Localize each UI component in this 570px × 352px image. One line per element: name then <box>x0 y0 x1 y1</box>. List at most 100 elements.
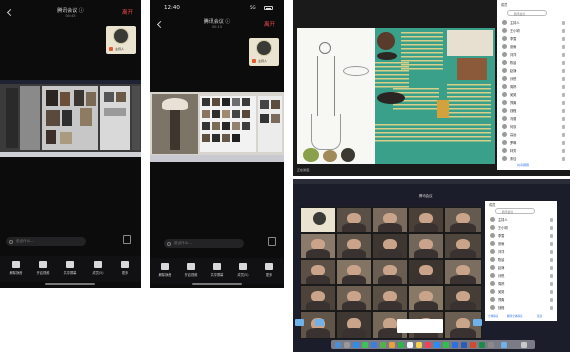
member-row[interactable]: 赵静 <box>488 264 556 272</box>
member-row[interactable]: 钱程 <box>488 304 556 312</box>
start-video-button[interactable]: 开启视频 <box>29 261 57 275</box>
member-row[interactable]: 高远 <box>500 131 568 139</box>
mic-icon[interactable] <box>550 226 553 230</box>
mic-icon[interactable] <box>550 306 553 310</box>
mic-icon[interactable] <box>562 37 565 41</box>
mail-icon[interactable] <box>371 341 377 348</box>
facetime-icon[interactable] <box>398 341 404 348</box>
member-row[interactable]: 冯丽 <box>500 115 568 123</box>
meeting-title[interactable]: 腾讯会议 ⓘ <box>0 7 141 14</box>
share-screen-button[interactable]: 共享屏幕 <box>517 163 529 167</box>
video-tile[interactable] <box>336 233 372 259</box>
screen-rotate-icon[interactable] <box>268 237 276 246</box>
more-button[interactable]: 更多 <box>111 261 139 275</box>
video-tile[interactable] <box>372 259 408 285</box>
member-row[interactable]: 周婷 <box>500 83 568 91</box>
chat-input[interactable]: 说点什么... <box>6 237 86 246</box>
member-row[interactable]: 罗琳 <box>500 139 568 147</box>
video-tile[interactable] <box>300 285 336 311</box>
video-tile[interactable] <box>444 207 482 233</box>
video-tile[interactable] <box>336 207 372 233</box>
launchpad-icon[interactable] <box>344 341 350 348</box>
leave-button[interactable]: 离开 <box>122 8 133 16</box>
member-row[interactable]: 张雨 <box>488 240 556 248</box>
shared-screen-view[interactable] <box>150 92 284 162</box>
trash-icon[interactable] <box>521 341 527 348</box>
mic-icon[interactable] <box>562 21 565 25</box>
powerpoint-icon[interactable] <box>470 341 476 348</box>
video-tile[interactable] <box>408 259 444 285</box>
member-row[interactable]: 陈晨 <box>488 256 556 264</box>
mute-all-button[interactable]: 全体静音 <box>488 314 498 318</box>
video-tile[interactable] <box>300 233 336 259</box>
member-row[interactable]: 张雨 <box>500 43 568 51</box>
mic-icon[interactable] <box>562 141 565 145</box>
safari-icon[interactable] <box>353 341 359 348</box>
calendar-icon[interactable] <box>407 341 413 348</box>
mic-icon[interactable] <box>562 125 565 129</box>
start-video-button[interactable]: 开启视频 <box>177 263 205 277</box>
folder-icon[interactable] <box>295 319 304 326</box>
word-icon[interactable] <box>461 341 467 348</box>
member-row[interactable]: 郑爽 <box>500 99 568 107</box>
mic-icon[interactable] <box>550 290 553 294</box>
member-row[interactable]: 刘洋 <box>500 51 568 59</box>
mic-icon[interactable] <box>550 274 553 278</box>
mic-icon[interactable] <box>562 85 565 89</box>
mic-icon[interactable] <box>562 109 565 113</box>
member-row[interactable]: 王小明 <box>500 27 568 35</box>
folder-icon[interactable] <box>473 319 482 326</box>
excel-icon[interactable] <box>479 341 485 348</box>
unmute-button[interactable]: 解除静音 <box>2 261 30 275</box>
mic-icon[interactable] <box>562 69 565 73</box>
mic-icon[interactable] <box>562 101 565 105</box>
video-tile[interactable] <box>408 285 444 311</box>
notes-icon[interactable] <box>416 341 422 348</box>
member-row[interactable]: 孙悦 <box>488 272 556 280</box>
photos-icon[interactable] <box>389 341 395 348</box>
mic-icon[interactable] <box>550 242 553 246</box>
shared-screen-view[interactable] <box>0 80 141 157</box>
folder-icon[interactable] <box>315 319 324 326</box>
member-row[interactable]: 主持人 <box>500 19 568 27</box>
member-row[interactable]: 王小明 <box>488 224 556 232</box>
finder-icon[interactable] <box>335 341 341 348</box>
video-tile[interactable] <box>408 233 444 259</box>
panel-search[interactable]: 腾讯会议 <box>507 10 547 16</box>
member-row[interactable]: 李雪 <box>488 232 556 240</box>
chat-input[interactable]: 说点什么... <box>164 239 244 248</box>
appstore-icon[interactable] <box>434 341 440 348</box>
mic-icon[interactable] <box>562 157 565 161</box>
mic-icon[interactable] <box>550 298 553 302</box>
mic-icon[interactable] <box>550 234 553 238</box>
mic-icon[interactable] <box>550 258 553 262</box>
mic-icon[interactable] <box>562 45 565 49</box>
shared-slide[interactable] <box>297 28 495 164</box>
member-row[interactable]: 郑爽 <box>488 296 556 304</box>
member-row[interactable]: 主持人 <box>488 216 556 224</box>
panel-search[interactable]: 腾讯会议 <box>495 208 535 214</box>
settings-icon[interactable] <box>488 341 494 348</box>
mic-icon[interactable] <box>550 218 553 222</box>
video-tile[interactable] <box>336 259 372 285</box>
member-row[interactable]: 钱程 <box>500 107 568 115</box>
video-tile[interactable] <box>372 207 408 233</box>
more-button[interactable]: 更多 <box>255 263 283 277</box>
mic-icon[interactable] <box>550 282 553 286</box>
mic-icon[interactable] <box>562 53 565 57</box>
video-tile[interactable] <box>444 233 482 259</box>
member-row[interactable]: 刘洋 <box>488 248 556 256</box>
member-row[interactable]: 李雪 <box>500 35 568 43</box>
mic-icon[interactable] <box>562 117 565 121</box>
video-tile[interactable] <box>300 207 336 233</box>
mic-icon[interactable] <box>562 93 565 97</box>
mic-icon[interactable] <box>562 29 565 33</box>
video-tile[interactable] <box>444 259 482 285</box>
video-tile[interactable] <box>336 311 372 339</box>
mic-icon[interactable] <box>562 77 565 81</box>
meeting-app-icon[interactable] <box>452 341 458 348</box>
video-tile[interactable] <box>444 285 482 311</box>
leave-button[interactable]: 离开 <box>264 20 275 28</box>
video-tile[interactable] <box>300 259 336 285</box>
share-screen-button[interactable]: 共享屏幕 <box>56 261 84 275</box>
